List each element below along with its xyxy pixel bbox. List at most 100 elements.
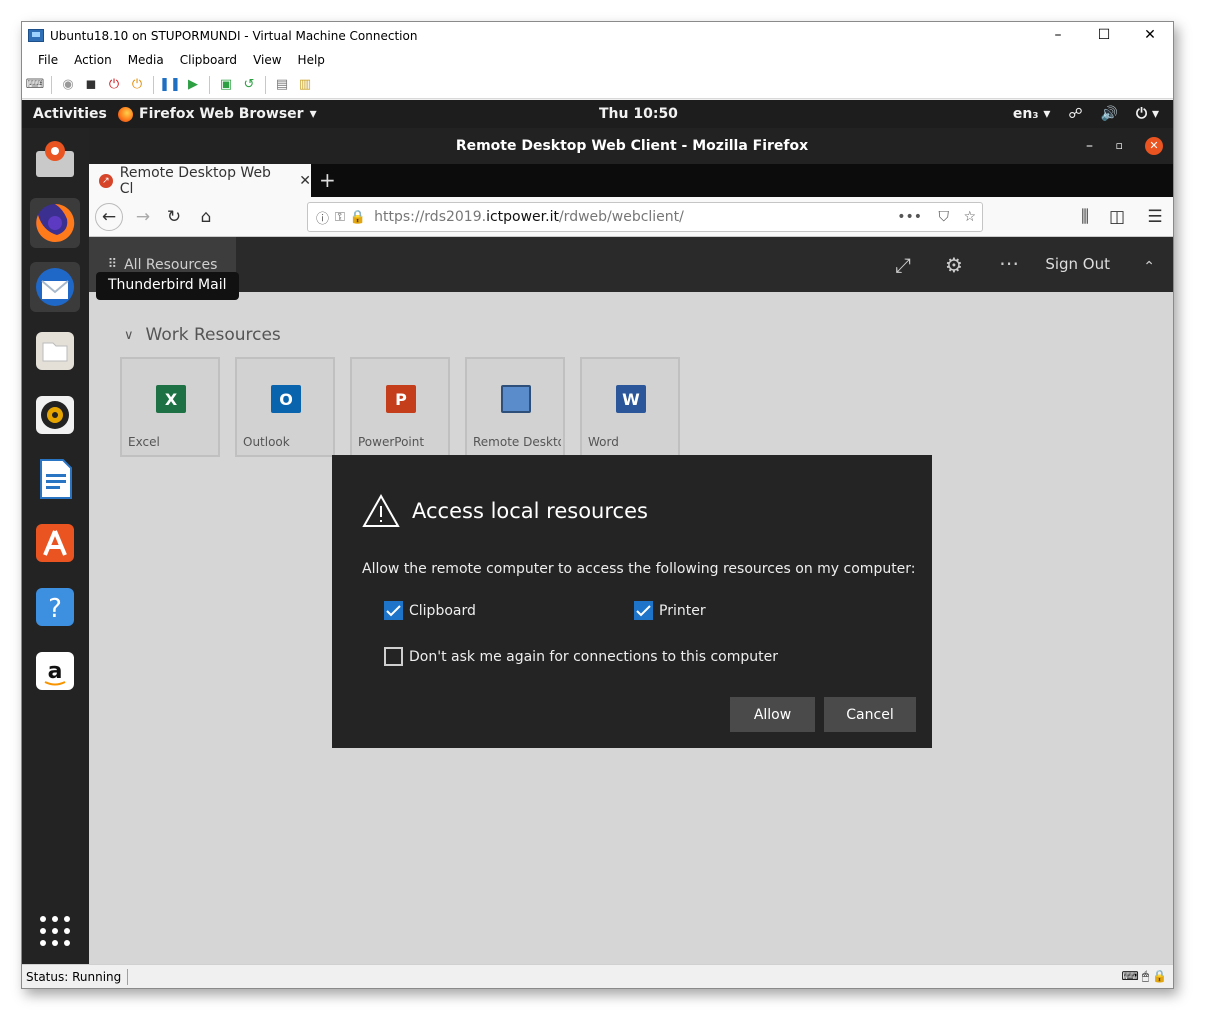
mouse-icon: 🖱 xyxy=(1141,969,1150,983)
turn-off-icon[interactable]: ◼ xyxy=(82,76,100,94)
menu-media[interactable]: Media xyxy=(128,53,164,67)
cancel-button[interactable]: Cancel xyxy=(824,697,916,732)
firefox-window: Remote Desktop Web Client - Mozilla Fire… xyxy=(89,128,1173,966)
power-menu-icon[interactable]: ⏻ ▾ xyxy=(1136,106,1159,122)
enhanced-session-icon[interactable]: ▤ xyxy=(273,76,291,94)
toolbar-separator xyxy=(209,75,210,94)
fullscreen-icon[interactable]: ⤢ xyxy=(895,253,911,277)
activities-button[interactable]: Activities xyxy=(33,106,107,122)
language-indicator[interactable]: en₃ ▾ xyxy=(1013,106,1051,122)
library-icon[interactable]: ⫼ xyxy=(1071,203,1099,231)
toolbar-separator xyxy=(51,75,52,94)
dock-thunderbird[interactable] xyxy=(30,262,80,312)
app-grid-icon xyxy=(40,916,70,946)
checkbox-checked-icon[interactable] xyxy=(384,601,403,620)
excel-icon: X xyxy=(156,385,186,413)
group-header[interactable]: ∨ Work Resources xyxy=(124,325,281,345)
checkbox-checked-icon[interactable] xyxy=(634,601,653,620)
minimize-button[interactable]: – xyxy=(1035,22,1081,49)
dialog-title: Access local resources xyxy=(412,499,648,523)
resource-tile-outlook[interactable]: O Outlook xyxy=(235,357,335,457)
allow-button[interactable]: Allow xyxy=(730,697,815,732)
menu-view[interactable]: View xyxy=(253,53,281,67)
menu-clipboard[interactable]: Clipboard xyxy=(180,53,237,67)
share-icon[interactable]: ▥ xyxy=(296,76,314,94)
checkpoint-icon[interactable]: ▣ xyxy=(217,76,235,94)
network-icon[interactable]: ☍ xyxy=(1068,106,1082,122)
new-tab-button[interactable]: + xyxy=(319,168,336,192)
files-icon xyxy=(36,332,74,370)
dialog-header: Access local resources xyxy=(362,493,648,529)
tile-label: Outlook xyxy=(243,435,290,449)
checkbox-unchecked-icon[interactable] xyxy=(384,647,403,666)
close-button[interactable]: ✕ xyxy=(1127,22,1173,49)
resume-icon[interactable]: ▶ xyxy=(184,76,202,94)
revert-icon[interactable]: ↺ xyxy=(240,76,258,94)
dialog-message: Allow the remote computer to access the … xyxy=(362,561,916,577)
dock-help[interactable]: ? xyxy=(30,582,80,632)
bookmark-star-icon[interactable]: ☆ xyxy=(963,209,976,225)
menu-help[interactable]: Help xyxy=(298,53,325,67)
url-prefix: https://rds2019. xyxy=(374,209,487,225)
window-title-bar: Ubuntu18.10 on STUPORMUNDI - Virtual Mac… xyxy=(22,22,1173,49)
info-icon[interactable]: ⓘ xyxy=(316,208,329,227)
svg-text:a: a xyxy=(48,659,63,684)
power-icon[interactable]: ⏻ xyxy=(128,76,146,94)
resource-tile-word[interactable]: W Word xyxy=(580,357,680,457)
dock-installer[interactable] xyxy=(30,134,80,184)
dock-rhythmbox[interactable] xyxy=(30,390,80,440)
firefox-minimize-button[interactable]: – xyxy=(1086,128,1093,164)
back-button[interactable]: ← xyxy=(95,203,123,231)
sign-out-button[interactable]: Sign Out xyxy=(1045,255,1110,273)
start-icon[interactable]: ◉ xyxy=(59,76,77,94)
show-applications-button[interactable] xyxy=(30,906,80,956)
dont-ask-checkbox[interactable]: Don't ask me again for connections to th… xyxy=(384,647,778,666)
window-controls: – ☐ ✕ xyxy=(1035,22,1173,49)
outlook-icon: O xyxy=(271,385,301,413)
ctrl-alt-del-icon[interactable]: ⌨ xyxy=(26,76,45,94)
printer-checkbox[interactable]: Printer xyxy=(634,601,706,620)
clock[interactable]: Thu 10:50 xyxy=(599,106,678,122)
dock-files[interactable] xyxy=(30,326,80,376)
rd-favicon-icon: ↗ xyxy=(99,173,113,188)
firefox-icon xyxy=(118,106,133,122)
firefox-close-button[interactable]: ✕ xyxy=(1145,137,1163,155)
hamburger-menu-icon[interactable]: ☰ xyxy=(1141,203,1169,231)
firefox-icon xyxy=(36,203,75,242)
dock-software[interactable] xyxy=(30,518,80,568)
resource-tile-powerpoint[interactable]: P PowerPoint xyxy=(350,357,450,457)
amazon-icon: a xyxy=(36,652,74,690)
app-menu[interactable]: Firefox Web Browser ▾ xyxy=(118,106,317,122)
home-button[interactable]: ⌂ xyxy=(192,203,220,231)
warning-icon xyxy=(362,493,400,527)
tab-remote-desktop[interactable]: ↗ Remote Desktop Web Cl ✕ xyxy=(89,164,311,197)
reload-button[interactable]: ↻ xyxy=(160,203,188,231)
firefox-restore-button[interactable]: ▫ xyxy=(1116,128,1123,164)
resource-tile-excel[interactable]: X Excel xyxy=(120,357,220,457)
settings-gear-icon[interactable]: ⚙ xyxy=(945,253,963,277)
tab-close-icon[interactable]: ✕ xyxy=(299,173,311,189)
tab-strip: ↗ Remote Desktop Web Cl ✕ + xyxy=(89,164,1173,197)
dock-firefox[interactable] xyxy=(30,198,80,248)
clipboard-checkbox[interactable]: Clipboard xyxy=(384,601,476,620)
url-bar[interactable]: ⓘ ⚿ 🔒 https://rds2019.ictpower.it/rdweb/… xyxy=(307,202,983,232)
ubuntu-installer-icon xyxy=(36,141,74,177)
more-options-icon[interactable]: ⋯ xyxy=(999,251,1019,275)
remote-desktop-icon xyxy=(501,385,531,413)
page-actions-icon[interactable]: ••• xyxy=(897,209,922,225)
menu-file[interactable]: File xyxy=(38,53,58,67)
forward-button[interactable]: → xyxy=(129,203,157,231)
sidebar-icon[interactable]: ◫ xyxy=(1103,203,1131,231)
dock-writer[interactable] xyxy=(30,454,80,504)
grid-icon: ⠿ xyxy=(107,257,117,272)
collapse-chevron-icon[interactable]: ⌃ xyxy=(1143,259,1155,275)
pocket-icon[interactable]: ⛉ xyxy=(939,209,950,225)
dock-amazon[interactable]: a xyxy=(30,646,80,696)
resource-tile-remote-desktop[interactable]: Remote Deskto... xyxy=(465,357,565,457)
maximize-button[interactable]: ☐ xyxy=(1081,22,1127,49)
volume-icon[interactable]: 🔊 xyxy=(1101,106,1118,122)
pause-icon[interactable]: ❚❚ xyxy=(159,76,181,94)
menu-action[interactable]: Action xyxy=(74,53,112,67)
shutdown-icon[interactable]: ⏻ xyxy=(105,76,123,94)
libreoffice-writer-icon xyxy=(40,459,72,499)
